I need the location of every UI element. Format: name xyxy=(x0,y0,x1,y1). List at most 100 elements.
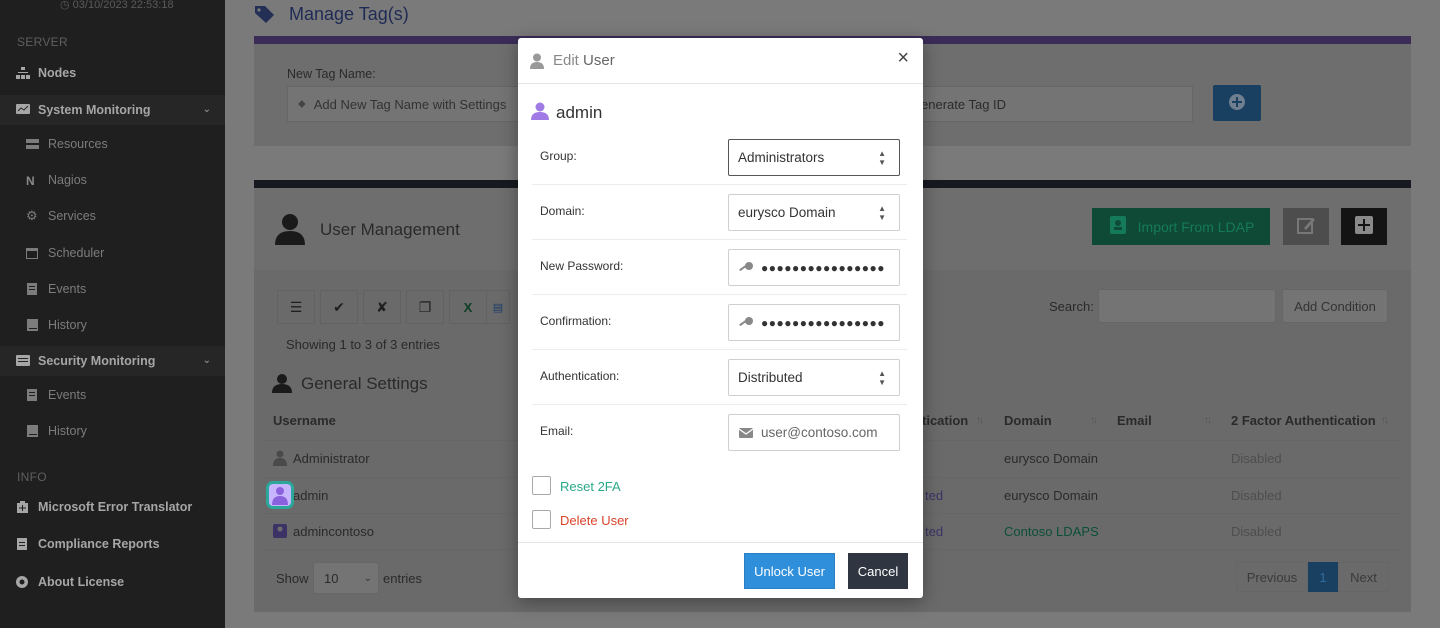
email-row: Email: user@contoso.com xyxy=(532,405,907,460)
sidebar-item-nagios[interactable]: N Nagios xyxy=(0,165,225,195)
copy-button[interactable]: ❐ xyxy=(406,290,444,324)
edit-user-modal: Edit User × admin Group: Administrators … xyxy=(518,38,923,598)
unlock-user-button[interactable]: Unlock User xyxy=(744,553,835,589)
new-tag-input[interactable]: ⬥ Add New Tag Name with Settings xyxy=(287,86,527,122)
sidebar-item-compliance-reports[interactable]: Compliance Reports xyxy=(0,529,225,559)
search-input[interactable] xyxy=(1098,289,1276,323)
sort-icon: ↑↓ xyxy=(1204,415,1212,426)
tags-icon xyxy=(254,5,278,23)
group-select[interactable]: Administrators ▲ ▼ xyxy=(728,139,900,176)
gear-icon: ⚙ xyxy=(26,208,38,223)
confirmation-input[interactable]: ●●●●●●●●●●●●●●●● xyxy=(728,304,900,341)
select-all-button[interactable]: ✔ xyxy=(320,290,358,324)
sidebar: ◷ 03/10/2023 22:53:18 SERVER Nodes Syste… xyxy=(0,0,225,628)
user-avatar-icon xyxy=(269,484,291,506)
edit-icon xyxy=(1296,215,1316,238)
shield-list-icon xyxy=(16,355,30,367)
section-server: SERVER xyxy=(17,35,68,49)
server-icon xyxy=(26,138,40,150)
excel-export-button[interactable]: X xyxy=(449,290,487,324)
col-authentication[interactable]: tication xyxy=(922,413,968,428)
csv-export-button[interactable]: ▤ xyxy=(486,290,510,324)
entries-label: entries xyxy=(383,571,423,586)
group-label: Group: xyxy=(540,149,577,163)
monitor-icon xyxy=(16,104,30,116)
password-label: New Password: xyxy=(540,259,624,273)
authentication-label: Authentication: xyxy=(540,369,620,383)
certificate-icon xyxy=(16,576,30,588)
close-icon[interactable]: × xyxy=(897,47,909,70)
user-icon xyxy=(530,53,544,72)
sidebar-item-nodes[interactable]: Nodes xyxy=(0,58,225,88)
cancel-button[interactable]: Cancel xyxy=(848,553,908,589)
sidebar-item-security-history[interactable]: History xyxy=(0,416,225,446)
sort-icon: ↑↓ xyxy=(1381,415,1389,426)
highlighted-user-avatar[interactable] xyxy=(266,481,294,509)
nagios-icon: N xyxy=(26,174,35,188)
pagination-next[interactable]: Next xyxy=(1338,562,1389,592)
sort-icon: ↑↓ xyxy=(976,415,984,426)
list-icon xyxy=(26,389,40,401)
ldap-user-icon xyxy=(272,523,288,542)
page-size-select[interactable]: 10 ⌄ xyxy=(313,562,379,594)
plus-circle-icon xyxy=(1228,93,1246,114)
general-settings-user-icon xyxy=(271,373,293,396)
delete-user-label[interactable]: Delete User xyxy=(560,513,629,528)
server-timestamp: ◷ 03/10/2023 22:53:18 xyxy=(60,0,174,11)
envelope-icon xyxy=(738,426,754,440)
manage-tags-title: Manage Tag(s) xyxy=(289,4,409,24)
domain-row: Domain: eurysco Domain ▲ ▼ xyxy=(532,185,907,240)
domain-select[interactable]: eurysco Domain ▲ ▼ xyxy=(728,194,900,231)
add-user-button[interactable] xyxy=(1341,208,1387,245)
sidebar-item-resources[interactable]: Resources xyxy=(0,129,225,159)
modal-title: Edit User xyxy=(553,52,615,69)
sidebar-item-error-translator[interactable]: Microsoft Error Translator xyxy=(0,492,225,522)
reset-2fa-label[interactable]: Reset 2FA xyxy=(560,479,621,494)
delete-user-checkbox[interactable] xyxy=(532,510,551,529)
import-ldap-button[interactable]: Import From LDAP xyxy=(1092,208,1270,245)
col-2fa[interactable]: 2 Factor Authentication xyxy=(1231,413,1376,428)
col-email[interactable]: Email xyxy=(1117,413,1152,428)
col-username[interactable]: Username xyxy=(273,413,336,428)
edit-button[interactable] xyxy=(1283,208,1329,245)
sidebar-item-about-license[interactable]: About License xyxy=(0,567,225,597)
user-management-title: User Management xyxy=(320,220,460,239)
reset-2fa-checkbox[interactable] xyxy=(532,476,551,495)
edited-username: admin xyxy=(556,103,603,122)
pagination-page-1[interactable]: 1 xyxy=(1308,562,1338,592)
authentication-select[interactable]: Distributed ▲ ▼ xyxy=(728,359,900,396)
sidebar-item-scheduler[interactable]: Scheduler xyxy=(0,238,225,268)
csv-icon: ▤ xyxy=(492,301,504,314)
sidebar-item-security-events[interactable]: Events xyxy=(0,380,225,410)
general-settings-title: General Settings xyxy=(301,374,428,393)
show-label: Show xyxy=(276,571,309,586)
tag-icon: ⬥ xyxy=(298,97,306,110)
add-tag-button[interactable] xyxy=(1213,85,1261,121)
chevron-down-icon: ⌄ xyxy=(363,572,372,584)
admin-user-icon xyxy=(272,450,288,469)
sidebar-item-history[interactable]: History xyxy=(0,310,225,340)
deselect-button[interactable]: ✘ xyxy=(363,290,401,324)
search-label: Search: xyxy=(1049,299,1094,314)
add-condition-button[interactable]: Add Condition xyxy=(1282,289,1388,323)
plus-square-icon xyxy=(1354,215,1374,238)
copy-icon: ❐ xyxy=(418,298,432,315)
chevron-down-icon: ⌄ xyxy=(202,104,211,115)
col-domain[interactable]: Domain xyxy=(1004,413,1052,428)
sidebar-item-services[interactable]: ⚙ Services xyxy=(0,201,225,231)
password-input[interactable]: ●●●●●●●●●●●●●●●● xyxy=(728,249,900,286)
column-list-button[interactable]: ☰ xyxy=(277,290,315,324)
generate-tag-id-input[interactable]: enerate Tag ID xyxy=(910,86,1193,122)
key-icon xyxy=(738,261,754,275)
sidebar-item-security-monitoring[interactable]: Security Monitoring ⌄ xyxy=(0,346,225,376)
check-double-icon: ✔ xyxy=(333,298,345,315)
select-arrows-icon: ▲ ▼ xyxy=(878,204,886,222)
sidebar-item-system-monitoring[interactable]: System Monitoring ⌄ xyxy=(0,95,225,125)
pagination-previous[interactable]: Previous xyxy=(1236,562,1308,592)
book-icon xyxy=(26,319,40,331)
sidebar-item-events[interactable]: Events xyxy=(0,274,225,304)
calendar-icon xyxy=(26,247,40,259)
email-input[interactable]: user@contoso.com xyxy=(728,414,900,451)
key-icon xyxy=(738,316,754,330)
book-icon xyxy=(26,425,40,437)
